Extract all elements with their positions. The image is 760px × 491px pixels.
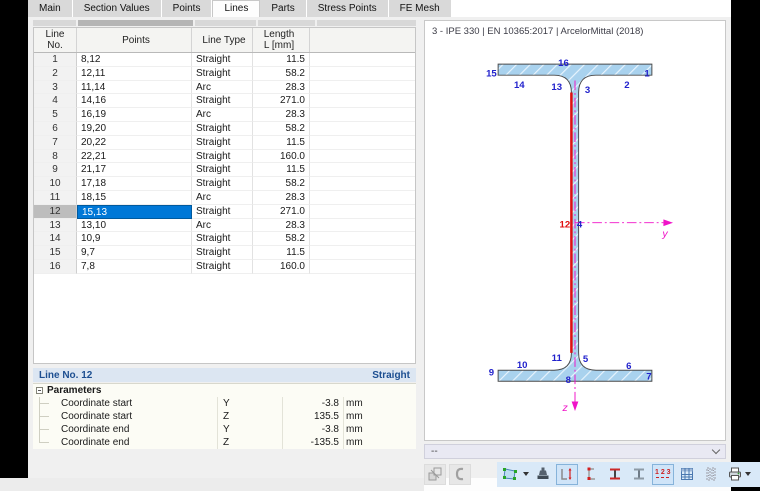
line-label: 13 xyxy=(551,82,562,93)
collapse-icon[interactable] xyxy=(36,387,43,394)
line-label: 6 xyxy=(626,361,631,372)
tree-line xyxy=(33,410,61,423)
tree-line xyxy=(33,423,61,436)
grid-button[interactable] xyxy=(676,464,698,485)
col-header-empty xyxy=(310,28,415,52)
line-label: 8 xyxy=(566,375,572,386)
y-axis-label: y xyxy=(661,228,668,240)
z-axis-label: z xyxy=(562,402,569,414)
screen: Main Section Values Points Lines Parts S… xyxy=(0,0,760,491)
svg-text:1 2 3: 1 2 3 xyxy=(655,469,671,476)
line-label: 10 xyxy=(517,360,528,371)
tab-stress-points[interactable]: Stress Points xyxy=(306,0,389,17)
line-label: 9 xyxy=(489,367,494,378)
details-line-type: Straight xyxy=(372,369,410,381)
z-axis-arrow xyxy=(571,401,579,412)
line-label: 5 xyxy=(583,354,589,365)
column-sizer-strip[interactable] xyxy=(33,20,418,26)
result-combo[interactable]: -- xyxy=(424,444,726,459)
ipe-section-drawing: 15 16 1 14 13 3 2 12 4 11 5 10 6 9 7 8 y… xyxy=(486,58,674,414)
stress-points-button[interactable] xyxy=(580,464,602,485)
viewer-toolbar: 1 2 3 xyxy=(424,461,760,487)
tab-strip: Main Section Values Points Lines Parts S… xyxy=(28,0,731,17)
print-button[interactable] xyxy=(724,464,754,485)
selected-line-label: 12 xyxy=(560,220,571,231)
line-label: 2 xyxy=(624,80,629,91)
stamp-press-button[interactable] xyxy=(532,464,554,485)
parameters-panel: Parameters Coordinate start Y -3.8 mm Coord… xyxy=(33,383,416,449)
param-row[interactable]: Coordinate end Y -3.8 mm xyxy=(33,423,416,436)
y-axis-arrow xyxy=(663,219,674,227)
section-dimensions-button[interactable] xyxy=(604,464,626,485)
details-title: Line No. 12 xyxy=(39,369,93,381)
section-plain-button[interactable] xyxy=(628,464,650,485)
section-profile-icon[interactable] xyxy=(449,463,471,485)
table-row[interactable]: 15 9,7 Straight 11.5 xyxy=(34,246,415,260)
tree-line xyxy=(33,436,61,449)
bottom-margin xyxy=(0,478,424,491)
param-row[interactable]: Coordinate start Y -3.8 mm xyxy=(33,397,416,410)
tab-points[interactable]: Points xyxy=(161,0,213,17)
table-row[interactable]: 2 12,11 Straight 58.2 xyxy=(34,66,415,81)
part-list-button[interactable] xyxy=(700,464,722,485)
table-row[interactable]: 6 19,20 Straight 58.2 xyxy=(34,121,415,136)
tab-parts[interactable]: Parts xyxy=(260,0,307,17)
line-label: 11 xyxy=(552,353,563,364)
section-description: 3 - IPE 330 | EN 10365:2017 | ArcelorMit… xyxy=(432,26,644,37)
col-header-line-type[interactable]: Line Type xyxy=(192,28,253,52)
line-label: 16 xyxy=(558,58,569,69)
table-row[interactable]: 3 11,14 Arc 28.3 xyxy=(34,80,415,95)
table-row[interactable]: 5 16,19 Arc 28.3 xyxy=(34,108,415,122)
details-header: Line No. 12 Straight xyxy=(33,368,416,382)
dropdown-arrow-icon[interactable] xyxy=(523,472,529,476)
table-row-selected[interactable]: 12 15,13 Straight 271.0 xyxy=(34,204,415,219)
table-row[interactable]: 9 21,17 Straight 11.5 xyxy=(34,163,415,178)
line-label: 3 xyxy=(585,85,590,96)
table-row[interactable]: 1 8,12 Straight 11.5 xyxy=(34,53,415,67)
table-row[interactable]: 4 14,16 Straight 271.0 xyxy=(34,94,415,109)
lines-table: Line No. Points Line Type Length L [mm] 18… xyxy=(33,27,416,364)
chevron-down-icon[interactable] xyxy=(711,445,721,455)
dropdown-arrow-icon[interactable] xyxy=(745,472,751,476)
line-label: 4 xyxy=(577,220,583,231)
col-header-length[interactable]: Length L [mm] xyxy=(253,28,310,52)
table-row[interactable]: 14 10,9 Straight 58.2 xyxy=(34,232,415,247)
section-dialog: Main Section Values Points Lines Parts S… xyxy=(28,0,760,491)
tab-fe-mesh[interactable]: FE Mesh xyxy=(388,0,452,17)
section-viewer: 3 - IPE 330 | EN 10365:2017 | ArcelorMit… xyxy=(424,20,726,441)
transfer-icon[interactable] xyxy=(424,463,446,485)
render-view-button[interactable] xyxy=(500,464,530,485)
col-header-line-no[interactable]: Line No. xyxy=(34,28,77,52)
param-row[interactable]: Coordinate end Z -135.5 mm xyxy=(33,436,416,449)
parameters-group-row[interactable]: Parameters xyxy=(33,384,416,397)
col-header-points[interactable]: Points xyxy=(77,28,192,52)
table-row[interactable]: 13 13,10 Arc 28.3 xyxy=(34,218,415,233)
tab-main[interactable]: Main xyxy=(28,0,73,17)
param-row[interactable]: Coordinate start Z 135.5 mm xyxy=(33,410,416,423)
table-header: Line No. Points Line Type Length L [mm] xyxy=(34,28,415,53)
line-label: 14 xyxy=(514,80,525,91)
line-label: 15 xyxy=(486,69,497,80)
line-label: 7 xyxy=(646,371,651,382)
tree-line xyxy=(33,397,61,410)
table-row[interactable]: 7 20,22 Straight 11.5 xyxy=(34,135,415,150)
table-row[interactable]: 11 18,15 Arc 28.3 xyxy=(34,190,415,205)
zoom-reset-button[interactable] xyxy=(756,464,760,485)
table-row[interactable]: 16 7,8 Straight 160.0 xyxy=(34,259,415,274)
tab-lines[interactable]: Lines xyxy=(212,0,261,17)
table-row[interactable]: 8 22,21 Straight 160.0 xyxy=(34,149,415,164)
table-row[interactable]: 10 17,18 Straight 58.2 xyxy=(34,177,415,191)
numbering-button[interactable]: 1 2 3 xyxy=(652,463,674,485)
dimension-lines-button[interactable] xyxy=(556,463,578,485)
line-label: 1 xyxy=(644,69,650,80)
section-viewport[interactable]: 15 16 1 14 13 3 2 12 4 11 5 10 6 9 7 8 y… xyxy=(425,43,725,437)
tab-section-values[interactable]: Section Values xyxy=(72,0,162,17)
